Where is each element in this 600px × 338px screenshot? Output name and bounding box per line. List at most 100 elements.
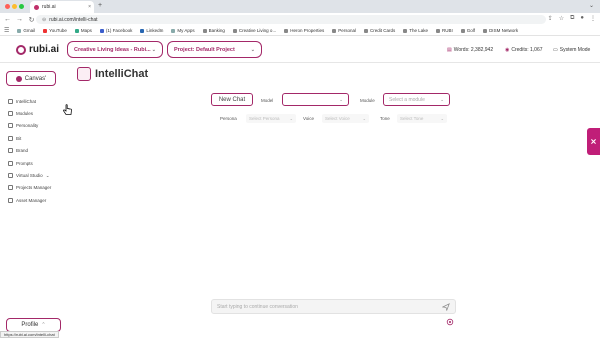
bookmark-item[interactable]: YouTube	[43, 28, 67, 33]
bookmark-star-icon[interactable]: ☆	[559, 15, 564, 22]
modules-icon	[8, 111, 13, 117]
bookmark-folder[interactable]: RUBI	[436, 28, 453, 33]
bookmarks-bar: ☰ Gmail YouTube Maps (1) Facebook Linked…	[0, 26, 600, 36]
settings-icon[interactable]	[446, 318, 454, 326]
message-input-placeholder: Start typing to continue conversation	[217, 303, 298, 310]
project-select[interactable]: Project: Default Project ⌄	[167, 41, 262, 58]
chevron-down-icon: ⌄	[45, 172, 50, 178]
bookmark-folder[interactable]: Golf	[460, 28, 475, 33]
maximize-window-icon[interactable]	[19, 4, 24, 9]
close-tab-icon[interactable]: ×	[88, 4, 91, 10]
chevron-down-icon: ⌄	[339, 96, 343, 102]
minimize-window-icon[interactable]	[12, 4, 17, 9]
tone-select[interactable]: Select Tone ⌄	[397, 114, 447, 123]
forward-icon[interactable]: →	[16, 16, 23, 23]
sidebar-item-intellichat[interactable]: IntelliChat	[8, 95, 51, 107]
sidebar-item-personality[interactable]: Personality	[8, 120, 51, 132]
bookmark-folder[interactable]: The Lake	[403, 28, 428, 33]
rubi-logo[interactable]: rubi.ai	[16, 44, 59, 55]
canvas-select-value: Creative Living Ideas - Rubi...	[74, 46, 151, 53]
bookmark-item[interactable]: Maps	[74, 28, 92, 33]
project-select-value: Project: Default Project	[174, 46, 235, 53]
chevron-down-icon: ⌄	[440, 116, 444, 121]
sidebar-item-bit[interactable]: Bit	[8, 132, 51, 144]
tone-label: Tone	[380, 116, 390, 121]
studio-icon	[8, 173, 13, 179]
words-counter: ▤ Words: 2,382,942	[447, 47, 494, 53]
bookmark-folder[interactable]: DISM Network	[483, 28, 518, 33]
tab-title: rubi.ai	[42, 4, 56, 10]
model-label: Model	[261, 98, 274, 103]
projects-icon	[8, 185, 13, 191]
side-panel-tab[interactable]	[587, 128, 600, 155]
site-info-icon[interactable]: ⊖	[42, 17, 46, 23]
chevron-down-icon: ⌄	[250, 46, 255, 53]
browser-menu-icon[interactable]: ⋮	[590, 15, 596, 22]
profile-button[interactable]: Profile ⌃	[6, 318, 61, 332]
new-chat-button[interactable]: New Chat	[211, 93, 253, 106]
apps-grid-icon[interactable]: ☰	[4, 27, 9, 34]
close-icon	[591, 139, 596, 144]
chat-icon	[8, 98, 13, 104]
close-window-icon[interactable]	[5, 4, 10, 9]
prompts-icon	[8, 160, 13, 166]
page-title: IntelliChat	[95, 68, 149, 80]
persona-label: Persona	[220, 116, 237, 121]
tab-search-icon[interactable]: ⌄	[589, 2, 594, 9]
bookmark-item[interactable]: (1) Facebook	[99, 28, 132, 33]
extensions-icon[interactable]: ⧉	[570, 15, 574, 22]
bookmark-item[interactable]: Gmail	[17, 28, 35, 33]
bookmark-folder[interactable]: Creative Living o...	[232, 28, 276, 33]
canvas-icon	[15, 75, 22, 82]
personality-icon	[8, 123, 13, 129]
browser-tab[interactable]: rubi.ai ×	[30, 1, 94, 13]
bit-icon	[8, 135, 13, 141]
persona-select[interactable]: Select Persona ⌄	[246, 114, 296, 123]
new-tab-button[interactable]: +	[98, 2, 102, 9]
words-icon: ▤	[447, 47, 452, 53]
bookmark-folder[interactable]: Banking	[202, 28, 225, 33]
model-select[interactable]: ⌄	[282, 93, 349, 106]
chevron-down-icon: ⌄	[440, 96, 444, 102]
url-field[interactable]: ⊖ rubi.ai.com/intelli-chat	[36, 15, 546, 24]
canvas-select[interactable]: Creative Living Ideas - Rubi... ⌄	[67, 41, 163, 58]
intellichat-icon	[77, 67, 91, 81]
credits-counter: ◉ Credits: 1,067	[505, 47, 543, 53]
bookmark-item[interactable]: LinkedIn	[140, 28, 163, 33]
send-icon[interactable]	[442, 303, 450, 311]
reload-icon[interactable]: ↻	[28, 16, 35, 24]
system-mode-toggle[interactable]: ▭ System Mode	[553, 47, 590, 53]
url-text: rubi.ai.com/intelli-chat	[49, 16, 98, 23]
sidebar-item-virtual-studio[interactable]: Virtual Studio ⌄	[8, 169, 51, 181]
app-header: rubi.ai Creative Living Ideas - Rubi... …	[0, 37, 600, 63]
rubi-logo-icon	[16, 44, 26, 55]
sidebar-item-prompts[interactable]: Prompts	[8, 157, 51, 169]
bookmark-folder[interactable]: Personal	[332, 28, 356, 33]
sidebar-item-modules[interactable]: Modules	[8, 107, 51, 119]
sidebar-item-brand[interactable]: Brand	[8, 145, 51, 157]
back-icon[interactable]: ←	[4, 16, 11, 23]
sidebar-item-projects-manager[interactable]: Projects Manager	[8, 182, 51, 194]
sidebar: Canvas' IntelliChat Modules Personality …	[0, 63, 62, 338]
link-status-bar: https://rubi.ai.com/intelli-chat	[0, 331, 59, 338]
message-input[interactable]: Start typing to continue conversation	[211, 299, 456, 314]
credits-icon: ◉	[505, 47, 510, 53]
module-select-value: Select a module	[389, 96, 425, 103]
sidebar-item-asset-manager[interactable]: Asset Manager	[8, 194, 51, 206]
rubi-favicon-icon	[34, 4, 39, 10]
browser-tab-bar: rubi.ai × + ⌄	[0, 0, 600, 13]
module-label: Module	[360, 98, 375, 103]
hand-cursor-icon	[63, 104, 72, 115]
share-icon[interactable]: ⇪	[548, 15, 553, 22]
bookmark-item[interactable]: My Apps	[171, 28, 195, 33]
module-select[interactable]: Select a module ⌄	[383, 93, 450, 106]
voice-select[interactable]: Select Voice ⌄	[322, 114, 369, 123]
bookmark-folder[interactable]: Heron Properties	[284, 28, 324, 33]
assets-icon	[8, 197, 13, 203]
address-bar-row: ← → ↻ ⊖ rubi.ai.com/intelli-chat ⇪ ☆ ⧉ ●…	[0, 13, 600, 26]
logo-text: rubi.ai	[29, 44, 60, 55]
profile-avatar-icon[interactable]: ●	[580, 15, 584, 22]
canvas-button[interactable]: Canvas'	[6, 71, 56, 86]
voice-label: Voice	[303, 116, 315, 121]
bookmark-folder[interactable]: Credit Cards	[364, 28, 395, 33]
